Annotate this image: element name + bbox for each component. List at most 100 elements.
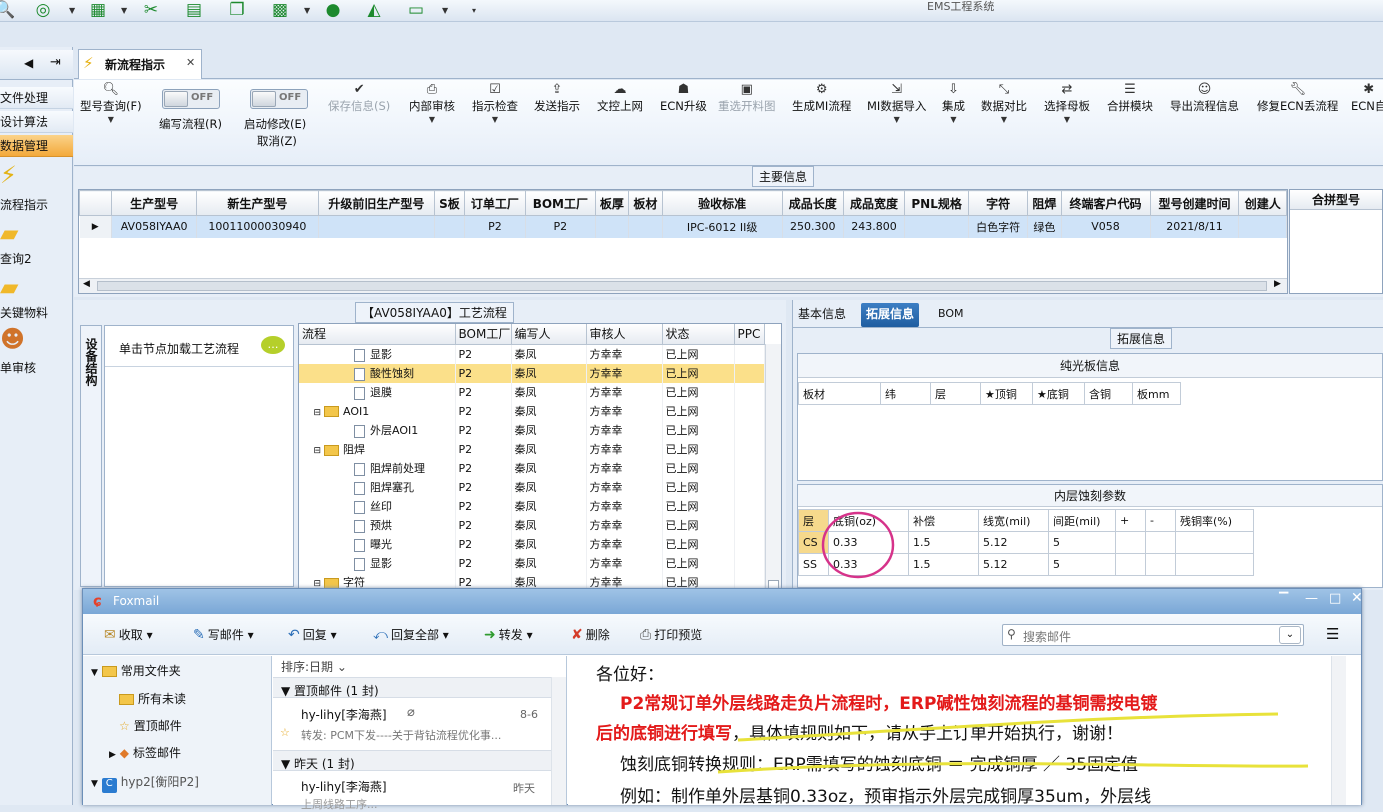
column-header[interactable]: 审核人 [586,324,663,345]
doc-control-online-button[interactable]: ☁ 文控上网 [597,82,643,114]
table-cell[interactable]: P2 [455,401,512,421]
cancel-button[interactable]: 取消(Z) [257,133,297,149]
nav-item-data[interactable]: 数据管理 [0,135,73,157]
column-header[interactable]: 验收标准 [661,190,783,216]
table-cell[interactable]: 绿色 [1027,215,1062,238]
table-cell[interactable]: 已上网 [662,496,735,516]
chevron-down-icon[interactable]: ▼ [442,6,448,15]
table-cell[interactable]: P2 [455,496,512,516]
tree-node[interactable]: 阻焊前处理 [299,458,456,478]
table-cell[interactable]: P2 [455,572,512,588]
table-cell[interactable]: 已上网 [662,458,735,478]
list-item[interactable]: hy-lihy[李海燕] ⌀ 8-6 ☆ 转发: PCM下发----关于背钻流程… [273,699,551,745]
table-cell[interactable]: 5.12 [978,531,1049,554]
table-cell[interactable]: 已上网 [662,477,735,497]
select-motherboard-button[interactable]: ⇄ 选择母板 ▼ [1044,82,1090,126]
sort-dropdown[interactable]: 排序:日期 ⌄ [281,658,347,675]
list-item[interactable]: hy-lihy[李海燕] 昨天 上周线路工序... [273,772,551,811]
table-cell[interactable]: P2 [455,344,512,364]
table-cell[interactable]: 方幸幸 [586,496,663,516]
column-header[interactable]: 流程 [299,324,456,345]
copy-icon[interactable]: ❐ [226,1,248,19]
table-cell[interactable] [904,215,970,238]
table-row[interactable]: 曝光 P2 秦凤 方幸幸 已上网 [299,534,765,554]
send-instruction-button[interactable]: ⇪ 发送指示 [534,82,580,114]
column-header[interactable]: 阻焊 [1027,190,1062,216]
nav-item-file[interactable]: 文件处理 [0,87,73,109]
table-cell[interactable] [734,534,765,554]
instruction-check-button[interactable]: ☑ 指示检查 ▼ [472,82,518,126]
tree-node[interactable]: 酸性蚀刻 [299,363,456,383]
table-cell[interactable] [628,215,663,238]
column-header[interactable]: 成品长度 [781,190,844,216]
table-cell[interactable]: 方幸幸 [586,344,663,364]
tree-node[interactable]: 丝印 [299,496,456,516]
table-cell[interactable] [1145,553,1176,576]
tree-node[interactable]: 退膜 [299,382,456,402]
table-cell[interactable]: 250.300 [782,215,844,238]
table-cell[interactable] [318,215,436,238]
menu-list-icon[interactable]: ☰ [1326,625,1339,643]
column-header[interactable]: ★顶铜 [980,382,1033,405]
column-header[interactable]: 创建人 [1238,190,1287,216]
pin-icon[interactable]: ⇥ [50,55,61,70]
table-cell[interactable]: P2 [455,515,512,535]
table-cell[interactable]: 1.5 [908,531,979,554]
table-cell[interactable] [734,553,765,573]
tree-node[interactable]: 显影 [299,344,456,364]
table-cell[interactable]: 已上网 [662,382,735,402]
user-icon[interactable]: ● [322,1,344,19]
tree-node[interactable]: 预烘 [299,515,456,535]
shortcut-label[interactable]: 查询2 [0,250,32,267]
table-cell[interactable]: 秦凤 [511,515,587,535]
table-cell[interactable] [1175,531,1254,554]
column-header[interactable]: PNL规格 [904,190,970,216]
edit-process-toggle[interactable]: OFF [162,89,220,109]
grid-icon[interactable]: ▦ [87,1,109,19]
horizontal-scrollbar[interactable]: ◀ ▶ [79,278,1287,293]
table-cell[interactable]: 5 [1048,531,1116,554]
scroll-left-icon[interactable]: ◀ [83,279,90,289]
table-cell[interactable] [734,458,765,478]
column-header[interactable]: PPC [734,324,765,345]
menu-icon[interactable]: ▔ [1279,592,1288,606]
table-row[interactable]: 外层AOI1 P2 秦凤 方幸幸 已上网 [299,420,765,440]
table-cell[interactable]: 243.800 [843,215,906,238]
shortcut-label[interactable]: 关键物料 [0,304,48,321]
shortcut-label[interactable]: 流程指示 [0,196,48,213]
column-header[interactable]: 型号创建时间 [1149,190,1240,216]
table-cell[interactable] [734,477,765,497]
chart-icon[interactable]: ◭ [363,1,385,19]
receive-button[interactable]: ✉ 收取 ▾ [104,626,153,643]
export-process-button[interactable]: ☺ 导出流程信息 [1170,82,1239,114]
column-header[interactable]: 终端客户代码 [1060,190,1151,216]
table-cell[interactable]: 秦凤 [511,458,587,478]
compose-button[interactable]: ✎ 写邮件 ▾ [193,626,254,643]
table-row[interactable]: ⊟ 阻焊 P2 秦凤 方幸幸 已上网 [299,439,765,459]
table-cell[interactable]: 已上网 [662,401,735,421]
reply-button[interactable]: ↶ 回复 ▾ [288,626,337,643]
tree-node[interactable]: ⊟ 阻焊 [299,439,456,459]
table-cell[interactable] [434,215,465,238]
table-cell[interactable] [1238,215,1287,238]
table-cell[interactable]: P2 [455,363,512,383]
table-row[interactable]: ⊟ AOI1 P2 秦凤 方幸幸 已上网 [299,401,765,421]
shortcut-label[interactable]: 单审核 [0,359,36,376]
message-bubble-icon[interactable]: … [261,336,285,354]
film-icon[interactable]: ▤ [183,1,205,19]
table-cell[interactable]: 方幸幸 [586,534,663,554]
column-header[interactable]: - [1145,509,1176,532]
table-cell[interactable]: AV058IYAA0 [111,215,198,238]
table-cell[interactable]: 秦凤 [511,553,587,573]
forward-button[interactable]: ➜ 转发 ▾ [484,626,533,643]
internal-review-button[interactable]: ⎙ 内部审核 ▼ [409,82,455,126]
table-cell[interactable] [1175,553,1254,576]
fix-ecn-button[interactable]: 🔧︎ 修复ECN丢流程 [1257,82,1338,114]
table-cell[interactable]: P2 [455,420,512,440]
table-cell[interactable]: 已上网 [662,572,735,588]
table-cell[interactable]: 已上网 [662,553,735,573]
table-cell[interactable]: P2 [455,553,512,573]
tab-basic-info[interactable]: 基本信息 [793,303,851,327]
table-cell[interactable]: 秦凤 [511,572,587,588]
column-header[interactable]: 板厚 [594,190,630,216]
